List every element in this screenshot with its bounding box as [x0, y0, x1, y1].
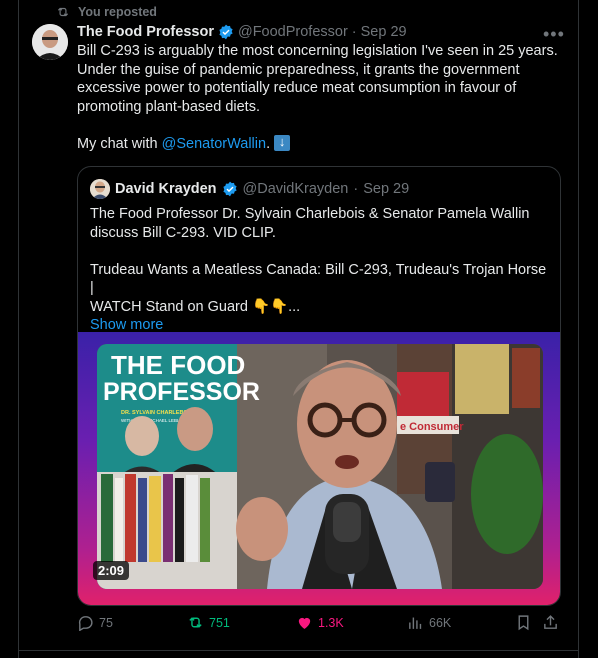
quoted-author-handle: @DavidKrayden: [242, 181, 349, 197]
author-handle[interactable]: @FoodProfessor: [238, 24, 348, 40]
repost-count: 751: [209, 615, 230, 630]
author-avatar[interactable]: [32, 24, 68, 60]
like-button[interactable]: 1.3K: [296, 614, 344, 631]
repost-indicator: You reposted: [56, 4, 157, 20]
reply-icon: [78, 616, 93, 631]
cover-title-2: PROFESSOR: [103, 378, 260, 406]
verified-badge-icon[interactable]: [218, 24, 234, 40]
video-thumbnail[interactable]: e Consumer THE FOOD PROFESSOR DR. SYLVAI…: [97, 344, 543, 589]
repost-label: You reposted: [78, 5, 157, 19]
views-chart-icon: [409, 617, 422, 629]
bookmark-button[interactable]: [515, 614, 532, 631]
video-frame-image: e Consumer THE FOOD PROFESSOR DR. SYLVAI…: [97, 344, 543, 589]
quoted-tweet[interactable]: David Krayden @DavidKrayden · Sep 29 The…: [77, 166, 561, 606]
reply-button[interactable]: 75: [77, 614, 113, 631]
background-sign-text: e Consumer: [400, 421, 464, 433]
chat-suffix: .: [266, 135, 271, 152]
quoted-line: WATCH Stand on Guard 👇👇...: [90, 298, 301, 315]
share-icon: [544, 615, 557, 629]
views-button[interactable]: 66K: [407, 614, 451, 631]
quoted-blank-line: [90, 242, 550, 261]
bookmark-icon: [518, 615, 529, 631]
header-separator: ·: [351, 24, 357, 40]
chat-prefix: My chat with: [77, 135, 162, 152]
share-button[interactable]: [542, 614, 559, 631]
tweet-line: Bill C-293 is arguably the most concerni…: [77, 43, 558, 59]
quoted-line: discuss Bill C-293. VID CLIP.: [90, 224, 276, 241]
quoted-line: The Food Professor Dr. Sylvain Charleboi…: [90, 206, 530, 222]
tweet-line: promoting plant-based diets.: [77, 98, 260, 115]
repost-icon: [57, 7, 69, 17]
tweet-actions-bar: 75 751 1.3K 66K: [77, 614, 563, 636]
repost-button[interactable]: 751: [187, 614, 230, 631]
like-count: 1.3K: [318, 615, 344, 630]
tweet-line: excessive power to potentially reduce me…: [77, 80, 517, 96]
quoted-author-name: David Krayden: [115, 181, 217, 197]
verified-badge-icon: [222, 181, 237, 197]
video-duration-badge: 2:09: [93, 561, 130, 580]
quoted-header: David Krayden @DavidKrayden · Sep 29: [90, 179, 409, 199]
tweet-header: The Food Professor @FoodProfessor · Sep …: [77, 22, 407, 42]
mention-link[interactable]: @SenatorWallin: [162, 136, 266, 152]
down-arrow-emoji-icon: [274, 133, 291, 151]
page-left-edge: [0, 0, 19, 658]
tweet-chat-line: My chat with @SenatorWallin.: [77, 133, 563, 154]
cover-title-1: THE FOOD: [111, 350, 245, 380]
quoted-author-avatar: [90, 179, 110, 199]
heart-icon: [298, 617, 311, 629]
repost-icon: [189, 617, 202, 628]
tweet-line: Under the guise of pandemic preparedness…: [77, 61, 520, 78]
author-name[interactable]: The Food Professor: [77, 24, 214, 40]
page-right-edge: [578, 0, 598, 658]
tweet-blank-line: [77, 116, 563, 135]
reply-count: 75: [99, 615, 113, 630]
quoted-date: Sep 29: [363, 181, 410, 197]
quoted-line: Trudeau Wants a Meatless Canada: Bill C-…: [90, 261, 547, 297]
tweet-date[interactable]: Sep 29: [361, 24, 407, 40]
video-player[interactable]: e Consumer THE FOOD PROFESSOR DR. SYLVAI…: [78, 332, 560, 605]
quoted-separator: ·: [353, 181, 359, 197]
tweet-divider: [18, 650, 578, 651]
quoted-body: The Food Professor Dr. Sylvain Charleboi…: [90, 205, 550, 335]
tweet-body: Bill C-293 is arguably the most concerni…: [77, 42, 563, 153]
views-count: 66K: [429, 615, 452, 630]
